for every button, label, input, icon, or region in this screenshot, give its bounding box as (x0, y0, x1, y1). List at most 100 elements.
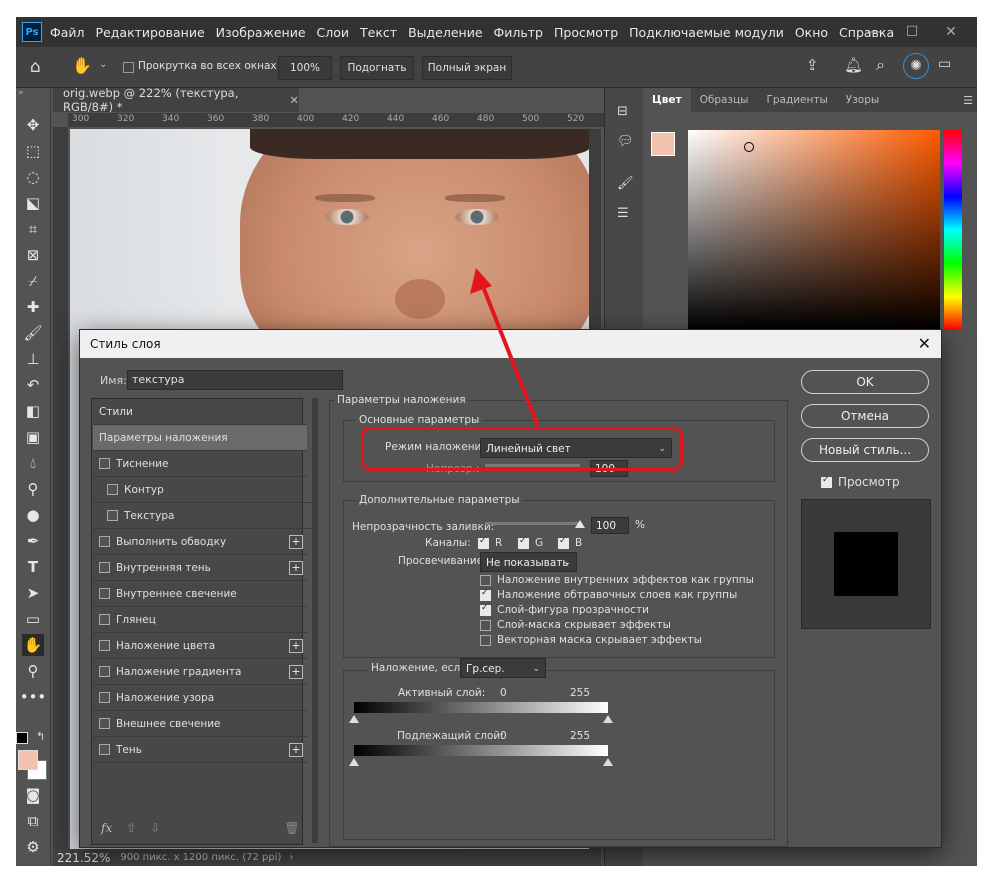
eyedropper-tool-icon[interactable]: ⌿ (22, 270, 44, 292)
fill-opacity-knob[interactable] (575, 520, 585, 528)
advanced-option-checkbox[interactable] (480, 603, 491, 616)
style-checkbox[interactable] (107, 484, 118, 495)
style-checkbox[interactable] (99, 692, 110, 703)
style-item[interactable]: Параметры наложения (93, 425, 307, 451)
history-brush-tool-icon[interactable]: ↶ (22, 374, 44, 396)
panel-menu-icon[interactable]: ☰ (963, 94, 973, 107)
quick-mask-icon[interactable]: ◙ (22, 784, 44, 806)
channel-r-checkbox[interactable] (478, 536, 489, 549)
menu-view[interactable]: Просмотр (554, 25, 618, 40)
foreground-color-swatch[interactable] (18, 750, 38, 770)
document-tab[interactable]: orig.webp @ 222% (текстура, RGB/8#) * ✕ (53, 86, 299, 114)
style-item[interactable]: Стили (93, 399, 307, 425)
fill-screen-button[interactable]: Полный экран (422, 56, 512, 80)
chevron-down-icon[interactable]: ⌄ (99, 59, 107, 70)
style-checkbox[interactable] (99, 718, 110, 729)
comments-panel-icon[interactable]: 💬︎ (617, 134, 634, 149)
tab-gradients[interactable]: Градиенты (757, 88, 836, 112)
style-item[interactable]: Контур (93, 477, 315, 503)
add-style-plus-icon[interactable]: + (289, 638, 303, 653)
crop-tool-icon[interactable]: ⌗ (22, 218, 44, 240)
adjustments-panel-icon[interactable]: ☰ (617, 206, 629, 221)
hand-tool-icon[interactable]: ✋ (72, 56, 92, 75)
style-item[interactable]: Внутреннее свечение (93, 581, 307, 607)
style-checkbox[interactable] (99, 588, 110, 599)
menu-plugins[interactable]: Подключаемые модули (629, 25, 784, 40)
trash-icon[interactable]: 🗑︎ (284, 821, 299, 835)
style-item[interactable]: Текстура (93, 503, 315, 529)
discover-lightbulb-icon[interactable]: ✺ (903, 53, 929, 79)
hand-tool-active-icon[interactable]: ✋ (22, 634, 44, 656)
brush-settings-icon[interactable]: 🖌︎ (617, 176, 634, 191)
channel-r[interactable]: R (478, 536, 502, 549)
this-layer-white-knob[interactable] (603, 715, 613, 723)
style-item[interactable]: Выполнить обводку + (93, 529, 307, 555)
add-style-plus-icon[interactable]: + (289, 560, 303, 575)
style-checkbox[interactable] (99, 562, 110, 573)
style-checkbox[interactable] (99, 536, 110, 547)
advanced-option[interactable]: Наложение внутренних эффектов как группы (480, 574, 754, 586)
add-style-plus-icon[interactable]: + (289, 534, 303, 549)
style-checkbox[interactable] (99, 614, 110, 625)
style-item[interactable]: Внешнее свечение (93, 711, 307, 737)
style-item[interactable]: Внутренняя тень + (93, 555, 307, 581)
marquee-tool-icon[interactable]: ⬚ (22, 140, 44, 162)
tab-patterns[interactable]: Узоры (837, 88, 888, 112)
fx-icon[interactable]: fx (101, 821, 112, 835)
advanced-option[interactable]: Слой-фигура прозрачности (480, 603, 649, 616)
advanced-option-checkbox[interactable] (480, 619, 491, 631)
dodge-tool-icon[interactable]: ⚲ (22, 478, 44, 500)
cancel-button[interactable]: Отмена (801, 404, 929, 428)
advanced-option-checkbox[interactable] (480, 588, 491, 601)
panel-foreground-swatch[interactable] (651, 132, 675, 156)
ok-button[interactable]: OK (801, 370, 929, 394)
menu-image[interactable]: Изображение (216, 25, 306, 40)
default-colors-icon[interactable] (16, 732, 28, 744)
more-tools-icon[interactable]: ••• (20, 686, 47, 708)
style-item[interactable]: Тиснение (93, 451, 307, 477)
history-panel-icon[interactable]: ⊟ (617, 104, 628, 119)
advanced-option[interactable]: Наложение обтравочных слоев как группы (480, 588, 737, 601)
swap-colors-icon[interactable]: ↰ (36, 730, 45, 743)
workspace-icon[interactable]: ▭ (938, 56, 951, 72)
style-checkbox[interactable] (99, 744, 110, 755)
zoom-level[interactable]: 221.52% (57, 851, 110, 865)
channel-g-checkbox[interactable] (518, 536, 529, 549)
this-layer-black-knob[interactable] (349, 715, 359, 723)
brush-tool-icon[interactable]: 🖌︎ (22, 322, 44, 344)
blur-tool-icon[interactable]: 💧︎ (22, 452, 44, 474)
fit-screen-button[interactable]: Подогнать (340, 56, 414, 80)
style-item[interactable]: Тень + (93, 737, 307, 763)
home-icon[interactable]: ⌂ (30, 57, 41, 77)
scroll-all-checkbox[interactable] (123, 62, 134, 73)
channel-b[interactable]: B (558, 536, 582, 549)
status-arrow-icon[interactable]: › (289, 852, 293, 863)
underlying-white-knob[interactable] (603, 758, 613, 766)
sponge-tool-icon[interactable]: ● (22, 504, 44, 526)
menu-file[interactable]: Файл (50, 25, 85, 40)
advanced-option-checkbox[interactable] (480, 574, 491, 586)
add-style-plus-icon[interactable]: + (289, 742, 303, 757)
healing-brush-tool-icon[interactable]: ✚ (22, 296, 44, 318)
blend-if-select[interactable]: Гр.сер. ⌄ (460, 658, 546, 678)
preview-toggle[interactable]: Просмотр (821, 475, 900, 489)
menu-type[interactable]: Текст (360, 25, 397, 40)
bell-icon[interactable]: 🔔︎ (844, 56, 863, 74)
menu-layers[interactable]: Слои (317, 25, 350, 40)
frame-tool-icon[interactable]: ⊠ (22, 244, 44, 266)
styles-list-scrollbar[interactable] (312, 398, 318, 843)
tab-color[interactable]: Цвет (643, 88, 691, 112)
style-checkbox[interactable] (99, 458, 110, 469)
style-checkbox[interactable] (99, 640, 110, 651)
style-checkbox[interactable] (107, 510, 118, 521)
dialog-close-icon[interactable]: ✕ (918, 334, 931, 353)
preview-checkbox[interactable] (821, 475, 832, 488)
close-window-icon[interactable]: ✕ (931, 17, 971, 47)
pen-tool-icon[interactable]: ✒︎ (22, 530, 44, 552)
advanced-option-checkbox[interactable] (480, 634, 491, 646)
layer-name-input[interactable]: текстура (127, 370, 343, 390)
fill-opacity-input[interactable]: 100 (591, 517, 629, 534)
fill-opacity-slider[interactable] (485, 522, 580, 525)
zoom-100-button[interactable]: 100% (278, 56, 332, 80)
gradient-tool-icon[interactable]: ▣ (22, 426, 44, 448)
